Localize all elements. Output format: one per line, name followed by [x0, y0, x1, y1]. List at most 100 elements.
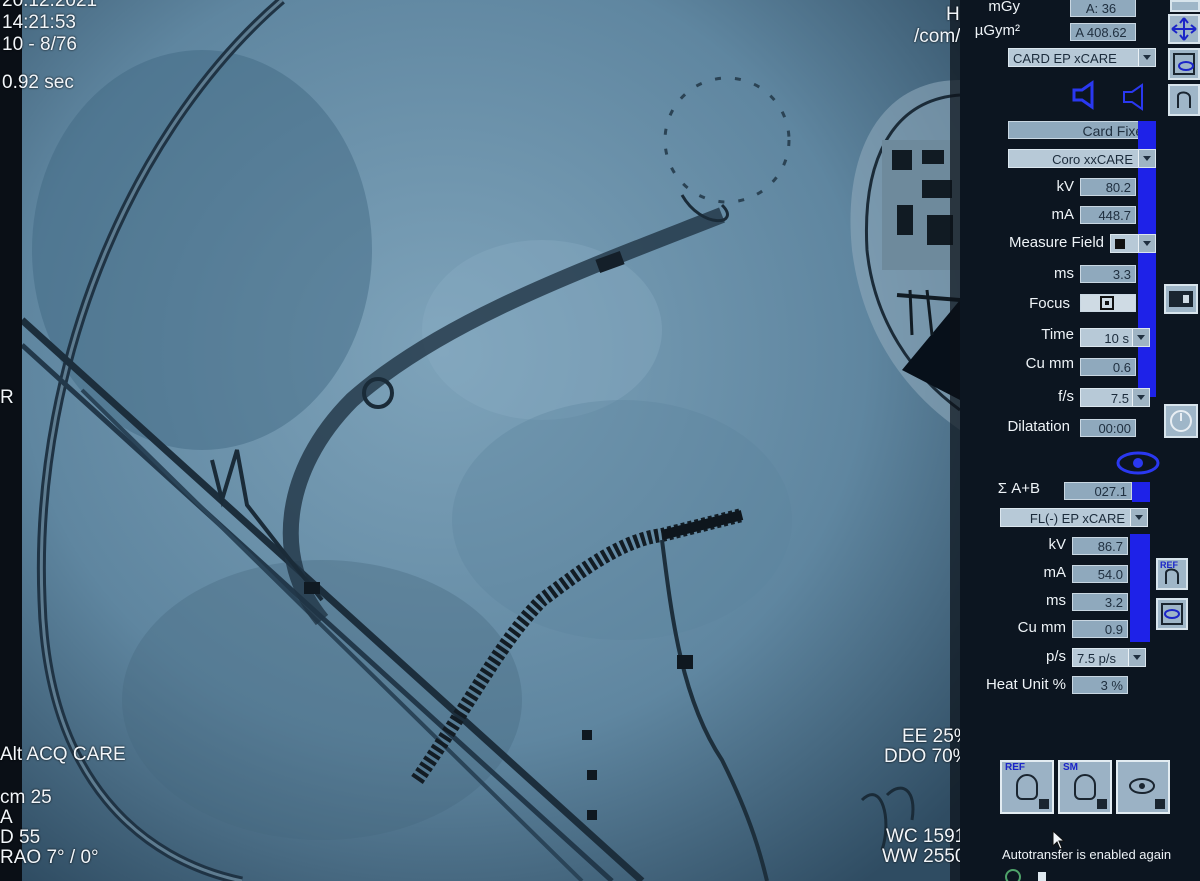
dose-mgy-value: A: 36 — [1070, 0, 1136, 17]
head-profile-icon — [1177, 91, 1191, 108]
window-width: WW 2550 — [882, 846, 966, 867]
time-select[interactable]: 10 s — [1080, 328, 1150, 347]
frame-counter: 10 - 8/76 — [2, 34, 77, 55]
heat-unit-label: Heat Unit % — [985, 676, 1066, 693]
measure-field-square-icon — [1115, 239, 1125, 249]
ddo-value: DDO 70% — [884, 746, 970, 767]
chevron-down-icon — [1132, 329, 1149, 346]
heat-unit-value: 3 % — [1072, 676, 1128, 694]
sum-ab-value: 027.1 — [1064, 482, 1132, 500]
head-view-button[interactable] — [1168, 84, 1200, 116]
status-indicator-icon — [1038, 872, 1046, 881]
fs-label: f/s — [1058, 388, 1074, 405]
top-tool-button[interactable] — [1170, 0, 1200, 12]
dose-area-label: µGym² — [974, 22, 1020, 39]
clock-icon — [1170, 410, 1192, 432]
acq-cu-value: 0.6 — [1080, 358, 1136, 376]
eye-view-button[interactable] — [1116, 760, 1170, 814]
fluoro-protocol-select[interactable]: FL(-) EP xCARE — [1000, 508, 1148, 527]
dose-area-value: A 408.62 — [1070, 23, 1136, 41]
time-label: Time — [1041, 326, 1074, 343]
acq-kv-label: kV — [1056, 178, 1074, 195]
fs-select[interactable]: 7.5 — [1080, 388, 1150, 407]
eye-view-icon — [1173, 53, 1195, 75]
focus-selector[interactable] — [1080, 294, 1136, 312]
acq-ms-value: 3.3 — [1080, 265, 1136, 283]
fluoro-ms-label: ms — [1046, 592, 1066, 609]
measure-field-label: Measure Field — [1008, 234, 1104, 251]
sm-button[interactable]: SM — [1058, 760, 1112, 814]
corner-block-icon — [1155, 799, 1165, 809]
window-center: WC 1591 — [886, 826, 966, 847]
position-a: A — [0, 807, 13, 828]
speaker-muted-icon[interactable] — [1120, 82, 1154, 112]
control-panel: mGy A: 36 µGym² A 408.62 CARD EP xCARE C… — [960, 0, 1200, 881]
sid-value: D 55 — [0, 827, 41, 848]
chevron-down-icon — [1138, 49, 1155, 66]
sum-ab-label: Σ A+B — [997, 480, 1040, 497]
fluoro-eye-icon — [1116, 451, 1160, 475]
ref-button[interactable]: REF — [1000, 760, 1054, 814]
acq-cu-label: Cu mm — [1025, 355, 1074, 372]
sm-tag: SM — [1063, 762, 1078, 773]
chevron-down-icon — [1138, 150, 1155, 167]
acquisition-duration: 0.92 sec — [2, 72, 74, 93]
dose-mgy-label: mGy — [988, 0, 1020, 15]
status-message: Autotransfer is enabled again — [1002, 847, 1172, 862]
fluoro-cu-label: Cu mm — [1017, 619, 1066, 636]
fluoro-blue-bar — [1130, 534, 1150, 642]
study-date: 20.12.2021 — [2, 0, 98, 11]
image-view-button[interactable] — [1168, 48, 1200, 80]
focus-small-icon — [1100, 296, 1114, 310]
display-mode-button[interactable] — [1164, 284, 1198, 314]
acq-mode-value: Card Fixed — [1008, 121, 1156, 139]
acq-ms-label: ms — [1054, 265, 1074, 282]
chevron-down-icon — [1138, 235, 1155, 252]
fluoroscopy-workstation-screen: 20.12.2021 14:21:53 10 - 8/76 0.92 sec R… — [0, 0, 1200, 881]
fluoro-kv-label: kV — [1048, 536, 1066, 553]
study-time: 14:21:53 — [2, 12, 76, 33]
chevron-down-icon — [1130, 509, 1147, 526]
sum-blue-bar — [1132, 482, 1150, 502]
program-select[interactable]: CARD EP xCARE — [1008, 48, 1156, 67]
screen-layout-icon — [1169, 291, 1193, 307]
ref-head-small-button[interactable]: REF — [1156, 558, 1188, 590]
ref-small-tag: REF — [1160, 560, 1178, 570]
ps-select[interactable]: 7.5 p/s — [1072, 648, 1146, 667]
corner-block-icon — [1039, 799, 1049, 809]
timer-button[interactable] — [1164, 404, 1198, 438]
fluoro-ma-value: 54.0 — [1072, 565, 1128, 583]
acquisition-protocol: Alt ACQ CARE — [0, 744, 126, 765]
acq-ma-value: 448.7 — [1080, 206, 1136, 224]
fluoro-view-small-button[interactable] — [1156, 598, 1188, 630]
fluoro-ma-label: mA — [1043, 564, 1067, 581]
network-globe-icon — [1005, 869, 1021, 881]
dilatation-value: 00:00 — [1080, 419, 1136, 437]
eye-view-icon — [1161, 603, 1183, 625]
fluoro-kv-value: 86.7 — [1072, 537, 1128, 555]
acq-ma-label: mA — [1051, 206, 1075, 223]
chevron-down-icon — [1132, 389, 1149, 406]
measure-field-select[interactable] — [1110, 234, 1156, 253]
chevron-down-icon — [1128, 649, 1145, 666]
fluoro-ms-value: 3.2 — [1072, 593, 1128, 611]
move-arrows-icon — [1171, 17, 1197, 41]
acq-protocol-select-value: Coro xxCARE — [1052, 152, 1133, 167]
acq-protocol-select[interactable]: Coro xxCARE — [1008, 149, 1156, 168]
acq-kv-value: 80.2 — [1080, 178, 1136, 196]
move-arrows-button[interactable] — [1168, 14, 1200, 44]
ps-label: p/s — [1045, 648, 1066, 665]
fluoro-protocol-select-value: FL(-) EP xCARE — [1029, 511, 1125, 526]
program-select-value: CARD EP xCARE — [1013, 51, 1117, 66]
angulation: RAO 7° / 0° — [0, 847, 99, 868]
corner-block-icon — [1097, 799, 1107, 809]
field-size: cm 25 — [0, 787, 52, 808]
speaker-icon[interactable] — [1070, 80, 1104, 110]
head-profile-icon — [1016, 774, 1038, 800]
fluoro-cu-value: 0.9 — [1072, 620, 1128, 638]
xray-image-drawing — [22, 0, 960, 881]
fluoroscopy-image — [22, 0, 960, 881]
ps-select-value: 7.5 p/s — [1077, 651, 1117, 666]
head-profile-icon — [1074, 774, 1096, 800]
orientation-marker: R — [0, 387, 14, 408]
